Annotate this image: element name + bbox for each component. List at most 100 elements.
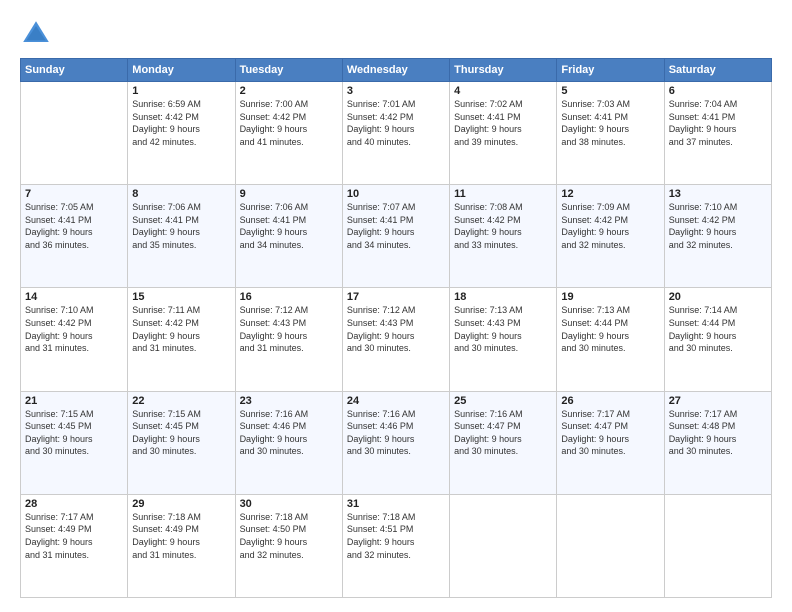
cell-info: Sunrise: 7:18 AMSunset: 4:51 PMDaylight:…: [347, 511, 445, 561]
cell-info: Sunrise: 7:18 AMSunset: 4:49 PMDaylight:…: [132, 511, 230, 561]
cell-info: Sunrise: 7:12 AMSunset: 4:43 PMDaylight:…: [347, 304, 445, 354]
calendar-cell: [450, 494, 557, 597]
calendar-cell: 24Sunrise: 7:16 AMSunset: 4:46 PMDayligh…: [342, 391, 449, 494]
calendar-cell: 27Sunrise: 7:17 AMSunset: 4:48 PMDayligh…: [664, 391, 771, 494]
calendar-cell: 20Sunrise: 7:14 AMSunset: 4:44 PMDayligh…: [664, 288, 771, 391]
calendar-cell: 28Sunrise: 7:17 AMSunset: 4:49 PMDayligh…: [21, 494, 128, 597]
calendar-header-row: SundayMondayTuesdayWednesdayThursdayFrid…: [21, 59, 772, 82]
day-number: 23: [240, 395, 338, 407]
calendar-day-header: Sunday: [21, 59, 128, 82]
cell-info: Sunrise: 7:08 AMSunset: 4:42 PMDaylight:…: [454, 201, 552, 251]
day-number: 28: [25, 498, 123, 510]
calendar-week-row: 28Sunrise: 7:17 AMSunset: 4:49 PMDayligh…: [21, 494, 772, 597]
calendar-cell: 23Sunrise: 7:16 AMSunset: 4:46 PMDayligh…: [235, 391, 342, 494]
calendar-cell: 3Sunrise: 7:01 AMSunset: 4:42 PMDaylight…: [342, 82, 449, 185]
cell-info: Sunrise: 7:13 AMSunset: 4:43 PMDaylight:…: [454, 304, 552, 354]
calendar-week-row: 21Sunrise: 7:15 AMSunset: 4:45 PMDayligh…: [21, 391, 772, 494]
day-number: 26: [561, 395, 659, 407]
calendar-cell: 18Sunrise: 7:13 AMSunset: 4:43 PMDayligh…: [450, 288, 557, 391]
cell-info: Sunrise: 7:11 AMSunset: 4:42 PMDaylight:…: [132, 304, 230, 354]
calendar-cell: 26Sunrise: 7:17 AMSunset: 4:47 PMDayligh…: [557, 391, 664, 494]
cell-info: Sunrise: 7:10 AMSunset: 4:42 PMDaylight:…: [669, 201, 767, 251]
day-number: 17: [347, 291, 445, 303]
cell-info: Sunrise: 7:16 AMSunset: 4:46 PMDaylight:…: [347, 408, 445, 458]
calendar-day-header: Saturday: [664, 59, 771, 82]
calendar-cell: 15Sunrise: 7:11 AMSunset: 4:42 PMDayligh…: [128, 288, 235, 391]
calendar-week-row: 14Sunrise: 7:10 AMSunset: 4:42 PMDayligh…: [21, 288, 772, 391]
cell-info: Sunrise: 7:17 AMSunset: 4:49 PMDaylight:…: [25, 511, 123, 561]
calendar-cell: 1Sunrise: 6:59 AMSunset: 4:42 PMDaylight…: [128, 82, 235, 185]
cell-info: Sunrise: 7:10 AMSunset: 4:42 PMDaylight:…: [25, 304, 123, 354]
logo: [20, 18, 56, 50]
calendar-cell: 13Sunrise: 7:10 AMSunset: 4:42 PMDayligh…: [664, 185, 771, 288]
day-number: 18: [454, 291, 552, 303]
cell-info: Sunrise: 7:16 AMSunset: 4:46 PMDaylight:…: [240, 408, 338, 458]
calendar-cell: 17Sunrise: 7:12 AMSunset: 4:43 PMDayligh…: [342, 288, 449, 391]
header: [20, 18, 772, 50]
day-number: 12: [561, 188, 659, 200]
cell-info: Sunrise: 7:09 AMSunset: 4:42 PMDaylight:…: [561, 201, 659, 251]
day-number: 14: [25, 291, 123, 303]
day-number: 3: [347, 85, 445, 97]
calendar-cell: 6Sunrise: 7:04 AMSunset: 4:41 PMDaylight…: [664, 82, 771, 185]
calendar-cell: [21, 82, 128, 185]
day-number: 19: [561, 291, 659, 303]
cell-info: Sunrise: 7:17 AMSunset: 4:48 PMDaylight:…: [669, 408, 767, 458]
cell-info: Sunrise: 7:15 AMSunset: 4:45 PMDaylight:…: [132, 408, 230, 458]
cell-info: Sunrise: 7:14 AMSunset: 4:44 PMDaylight:…: [669, 304, 767, 354]
calendar-cell: [557, 494, 664, 597]
calendar-cell: 22Sunrise: 7:15 AMSunset: 4:45 PMDayligh…: [128, 391, 235, 494]
calendar-day-header: Thursday: [450, 59, 557, 82]
day-number: 29: [132, 498, 230, 510]
day-number: 24: [347, 395, 445, 407]
cell-info: Sunrise: 7:01 AMSunset: 4:42 PMDaylight:…: [347, 98, 445, 148]
page: SundayMondayTuesdayWednesdayThursdayFrid…: [0, 0, 792, 612]
cell-info: Sunrise: 7:17 AMSunset: 4:47 PMDaylight:…: [561, 408, 659, 458]
cell-info: Sunrise: 7:12 AMSunset: 4:43 PMDaylight:…: [240, 304, 338, 354]
day-number: 4: [454, 85, 552, 97]
cell-info: Sunrise: 7:18 AMSunset: 4:50 PMDaylight:…: [240, 511, 338, 561]
day-number: 2: [240, 85, 338, 97]
day-number: 16: [240, 291, 338, 303]
day-number: 6: [669, 85, 767, 97]
day-number: 13: [669, 188, 767, 200]
day-number: 10: [347, 188, 445, 200]
calendar-cell: 14Sunrise: 7:10 AMSunset: 4:42 PMDayligh…: [21, 288, 128, 391]
calendar-day-header: Wednesday: [342, 59, 449, 82]
calendar-cell: 31Sunrise: 7:18 AMSunset: 4:51 PMDayligh…: [342, 494, 449, 597]
day-number: 22: [132, 395, 230, 407]
calendar-cell: 11Sunrise: 7:08 AMSunset: 4:42 PMDayligh…: [450, 185, 557, 288]
day-number: 25: [454, 395, 552, 407]
day-number: 1: [132, 85, 230, 97]
cell-info: Sunrise: 7:15 AMSunset: 4:45 PMDaylight:…: [25, 408, 123, 458]
calendar-cell: 29Sunrise: 7:18 AMSunset: 4:49 PMDayligh…: [128, 494, 235, 597]
calendar-cell: 5Sunrise: 7:03 AMSunset: 4:41 PMDaylight…: [557, 82, 664, 185]
day-number: 9: [240, 188, 338, 200]
calendar-week-row: 7Sunrise: 7:05 AMSunset: 4:41 PMDaylight…: [21, 185, 772, 288]
calendar-cell: 7Sunrise: 7:05 AMSunset: 4:41 PMDaylight…: [21, 185, 128, 288]
calendar-cell: 8Sunrise: 7:06 AMSunset: 4:41 PMDaylight…: [128, 185, 235, 288]
calendar-day-header: Tuesday: [235, 59, 342, 82]
cell-info: Sunrise: 7:05 AMSunset: 4:41 PMDaylight:…: [25, 201, 123, 251]
day-number: 5: [561, 85, 659, 97]
calendar-table: SundayMondayTuesdayWednesdayThursdayFrid…: [20, 58, 772, 598]
cell-info: Sunrise: 7:00 AMSunset: 4:42 PMDaylight:…: [240, 98, 338, 148]
calendar-week-row: 1Sunrise: 6:59 AMSunset: 4:42 PMDaylight…: [21, 82, 772, 185]
cell-info: Sunrise: 7:03 AMSunset: 4:41 PMDaylight:…: [561, 98, 659, 148]
calendar-cell: 4Sunrise: 7:02 AMSunset: 4:41 PMDaylight…: [450, 82, 557, 185]
day-number: 21: [25, 395, 123, 407]
calendar-cell: 2Sunrise: 7:00 AMSunset: 4:42 PMDaylight…: [235, 82, 342, 185]
calendar-cell: 16Sunrise: 7:12 AMSunset: 4:43 PMDayligh…: [235, 288, 342, 391]
day-number: 27: [669, 395, 767, 407]
logo-icon: [20, 18, 52, 50]
cell-info: Sunrise: 7:06 AMSunset: 4:41 PMDaylight:…: [132, 201, 230, 251]
cell-info: Sunrise: 7:04 AMSunset: 4:41 PMDaylight:…: [669, 98, 767, 148]
calendar-cell: 9Sunrise: 7:06 AMSunset: 4:41 PMDaylight…: [235, 185, 342, 288]
calendar-day-header: Monday: [128, 59, 235, 82]
day-number: 7: [25, 188, 123, 200]
calendar-cell: 19Sunrise: 7:13 AMSunset: 4:44 PMDayligh…: [557, 288, 664, 391]
day-number: 8: [132, 188, 230, 200]
day-number: 15: [132, 291, 230, 303]
day-number: 30: [240, 498, 338, 510]
day-number: 31: [347, 498, 445, 510]
